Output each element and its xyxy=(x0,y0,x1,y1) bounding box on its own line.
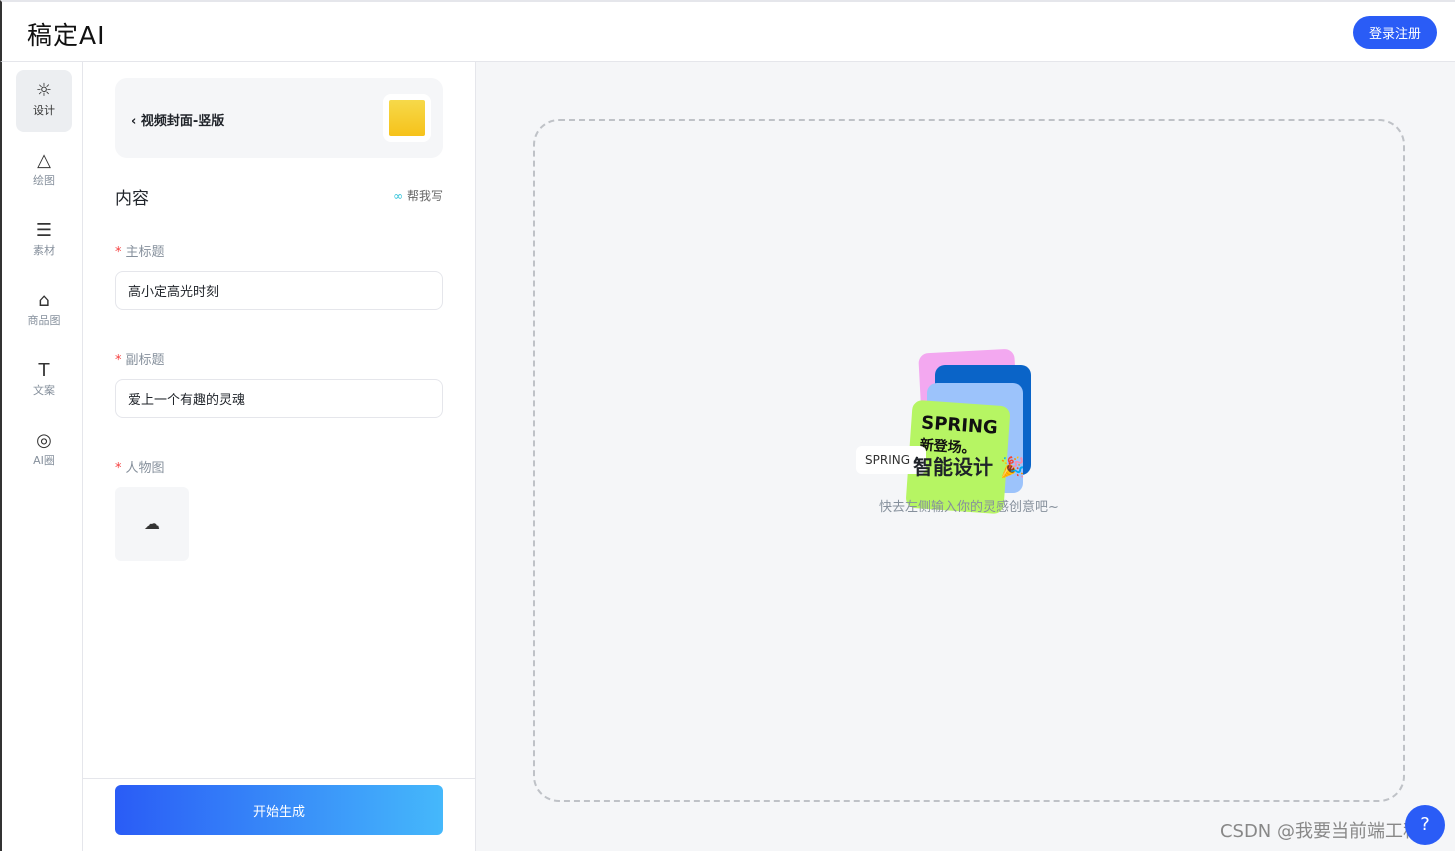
main-title-label: * 主标题 xyxy=(115,245,165,260)
form-panel: ‹ 视频封面-竖版 内容 ∞ 帮我写 *主标题 *副标题 *人物图 ☁ 开始生成 xyxy=(83,62,476,851)
logo[interactable]: 稿定AI xyxy=(27,16,105,52)
sidebar-item-assets[interactable]: ☰ 素材 xyxy=(16,210,72,272)
panel-footer: 开始生成 xyxy=(83,778,476,851)
template-title: 视频封面-竖版 xyxy=(140,114,225,129)
login-button[interactable]: 登录注册 xyxy=(1353,16,1437,49)
empty-title: 智能设计 🎉 xyxy=(913,455,1025,479)
section-title: 内容 xyxy=(115,189,149,209)
person-image-label: * 人物图 xyxy=(115,461,165,476)
main-title-input[interactable] xyxy=(115,271,443,310)
sidebar-item-product[interactable]: ⌂ 商品图 xyxy=(16,280,72,342)
empty-subtitle: 快去左侧输入你的灵感创意吧~ xyxy=(879,500,1059,515)
help-button[interactable]: ? xyxy=(1405,805,1445,845)
sidebar-item-draw[interactable]: △ 绘图 xyxy=(16,140,72,202)
help-write-button[interactable]: ∞ 帮我写 xyxy=(393,187,443,204)
mountain-icon: △ xyxy=(37,150,51,171)
cloud-upload-icon: ☁ xyxy=(144,514,160,533)
subtitle-label: * 副标题 xyxy=(115,353,165,368)
sidebar-item-design[interactable]: ☼ 设计 xyxy=(16,70,72,132)
ai-circle-icon: ◎ xyxy=(36,430,52,451)
top-bar: 稿定AI 登录注册 xyxy=(0,0,1455,62)
upload-button[interactable]: ☁ xyxy=(115,487,189,561)
party-popper-icon: 🎉 xyxy=(1000,455,1025,479)
sidebar-item-copy[interactable]: T 文案 xyxy=(16,350,72,412)
sidebar-item-ai-circle[interactable]: ◎ AI圈 xyxy=(16,420,72,482)
chevron-left-icon[interactable]: ‹ xyxy=(131,114,141,129)
subtitle-input[interactable] xyxy=(115,379,443,418)
sidebar: ☼ 设计 △ 绘图 ☰ 素材 ⌂ 商品图 T 文案 ◎ AI圈 xyxy=(0,62,83,851)
text-icon: T xyxy=(38,360,50,381)
template-card[interactable]: ‹ 视频封面-竖版 xyxy=(115,78,443,158)
infinity-icon: ∞ xyxy=(393,189,404,203)
list-diamond-icon: ☰ xyxy=(35,220,53,241)
preview-dropzone: SPRING 新登场。 SPRING 智能设计 🎉 快去左侧输入你的灵感创意吧~ xyxy=(533,119,1405,802)
canvas-area: SPRING 新登场。 SPRING 智能设计 🎉 快去左侧输入你的灵感创意吧~ … xyxy=(476,62,1455,851)
sunrise-icon: ☼ xyxy=(35,80,53,101)
template-thumbnail[interactable] xyxy=(383,94,431,142)
generate-button[interactable]: 开始生成 xyxy=(115,785,443,835)
bag-icon: ⌂ xyxy=(38,290,50,311)
